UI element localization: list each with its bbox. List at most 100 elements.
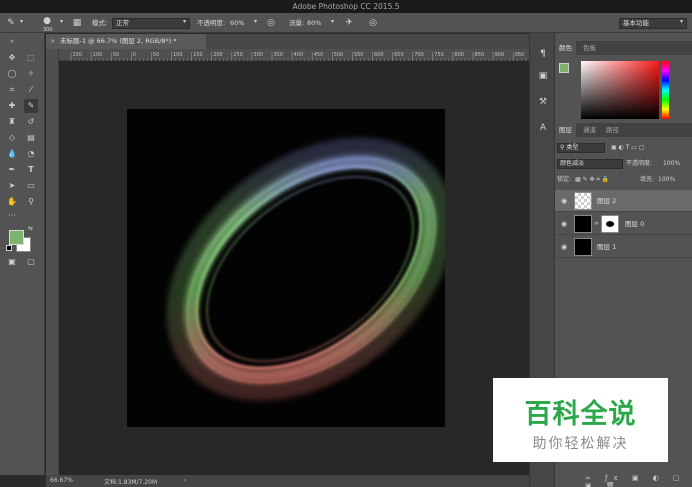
opacity-input[interactable]: 60% bbox=[230, 17, 244, 29]
workspace-caret-icon: ▾ bbox=[680, 18, 684, 25]
ruler-tick-label: 850 bbox=[475, 52, 485, 58]
status-menu-arrow-icon[interactable]: › bbox=[184, 477, 186, 484]
blend-mode-select[interactable]: 颜色减淡 bbox=[557, 159, 623, 169]
tab-paths[interactable]: 路径 bbox=[602, 123, 623, 137]
visibility-eye-icon[interactable]: ◉ bbox=[559, 196, 569, 206]
layer-filter-select[interactable]: ⚲ 类型 bbox=[557, 143, 605, 153]
panel-foreground-swatch[interactable] bbox=[559, 63, 569, 73]
layer-name[interactable]: 图层 2 bbox=[597, 196, 616, 206]
fill-input[interactable]: 100% bbox=[658, 175, 675, 185]
character-panel-icon[interactable]: A bbox=[536, 121, 550, 135]
layers-panel-tabs: 图层 通道 路径 bbox=[555, 123, 692, 137]
toolbar-collapse-icon[interactable]: » bbox=[5, 35, 19, 49]
tab-color[interactable]: 颜色 bbox=[555, 41, 576, 55]
flow-caret-icon[interactable]: ▾ bbox=[331, 18, 334, 25]
visibility-eye-icon[interactable]: ◉ bbox=[559, 219, 569, 229]
move-tool-icon[interactable]: ✥ bbox=[5, 51, 19, 65]
layer-row[interactable]: ◉ 图层 1 bbox=[555, 236, 692, 258]
color-spectrum-field[interactable] bbox=[581, 61, 659, 119]
ruler-tick-label: 50 bbox=[113, 52, 119, 58]
libraries-panel-icon[interactable]: ▣ bbox=[536, 69, 550, 83]
lasso-tool-icon[interactable]: ◯ bbox=[5, 67, 19, 81]
layer-mask-thumbnail[interactable] bbox=[601, 215, 619, 233]
zoom-level[interactable]: 66.67% bbox=[50, 477, 73, 484]
tab-channels[interactable]: 通道 bbox=[579, 123, 600, 137]
vertical-ruler[interactable] bbox=[46, 49, 59, 475]
ruler-tick-label: 0 bbox=[133, 52, 136, 58]
app-title: Adobe Photoshop CC 2015.5 bbox=[292, 2, 400, 11]
hand-tool-icon[interactable]: ✋ bbox=[5, 195, 19, 209]
lock-label: 锁定: bbox=[557, 176, 572, 183]
paragraph-panel-icon[interactable]: ¶ bbox=[536, 47, 550, 61]
crop-tool-icon[interactable]: ⌗ bbox=[5, 83, 19, 97]
tool-preset-caret-icon[interactable]: ▾ bbox=[20, 18, 23, 25]
pen-tool-icon[interactable]: ✒ bbox=[5, 163, 19, 177]
edit-toolbar-icon[interactable]: ··· bbox=[5, 209, 19, 223]
foreground-color-swatch[interactable] bbox=[9, 230, 24, 245]
canvas-workspace[interactable] bbox=[59, 61, 529, 475]
hue-slider[interactable] bbox=[662, 61, 669, 119]
eyedropper-tool-icon[interactable]: ⁄ bbox=[24, 83, 38, 97]
quick-select-tool-icon[interactable]: ✧ bbox=[24, 67, 38, 81]
ruler-tick-label: 250 bbox=[233, 52, 243, 58]
gradient-tool-icon[interactable]: ▤ bbox=[24, 131, 38, 145]
ruler-tick-label: 900 bbox=[495, 52, 505, 58]
layer-opacity-label: 不透明度: bbox=[626, 160, 653, 167]
layer-filter-icons[interactable]: ▣ ◐ T ▭ ▢ bbox=[611, 143, 645, 153]
layer-row[interactable]: ◉ ∞ 图层 0 bbox=[555, 213, 692, 235]
ruler-tick-label: 750 bbox=[434, 52, 444, 58]
ring-artwork bbox=[166, 137, 445, 401]
ruler-tick-label: 150 bbox=[73, 52, 83, 58]
flow-label: 流量: bbox=[289, 19, 305, 27]
zoom-tool-icon[interactable]: ⚲ bbox=[24, 195, 38, 209]
mask-link-icon[interactable]: ∞ bbox=[594, 220, 599, 227]
color-panel-tabs: 颜色 色板 bbox=[555, 41, 692, 55]
brush-tool-icon[interactable]: ✎ bbox=[24, 99, 38, 113]
brush-preset-caret-icon[interactable]: ▾ bbox=[60, 18, 63, 25]
layer-opacity-input[interactable]: 100% bbox=[663, 159, 680, 169]
lock-icons[interactable]: ▦ ✎ ✥ ⌗ 🔒 bbox=[575, 175, 609, 185]
history-brush-tool-icon[interactable]: ↺ bbox=[24, 115, 38, 129]
swap-colors-icon[interactable]: ⇆ bbox=[28, 225, 33, 232]
dodge-tool-icon[interactable]: ◔ bbox=[24, 147, 38, 161]
default-colors-icon[interactable] bbox=[6, 245, 12, 251]
visibility-eye-icon[interactable]: ◉ bbox=[559, 242, 569, 252]
document-canvas[interactable] bbox=[127, 109, 445, 427]
flow-input[interactable]: 80% bbox=[307, 17, 321, 29]
document-tab[interactable]: × 未标题-1 @ 66.7% (图层 2, RGB/8*) * bbox=[46, 34, 206, 49]
layer-thumbnail bbox=[574, 192, 592, 210]
layer-name[interactable]: 图层 0 bbox=[625, 219, 644, 229]
watermark-subtitle: 助你轻松解决 bbox=[532, 436, 629, 452]
workspace-select[interactable]: 基本功能 bbox=[619, 18, 687, 29]
path-select-tool-icon[interactable]: ➤ bbox=[5, 179, 19, 193]
quick-mask-icon[interactable]: ▣ bbox=[5, 255, 19, 269]
close-tab-icon[interactable]: × bbox=[50, 34, 55, 49]
fill-label: 填充: bbox=[640, 176, 655, 183]
pressure-opacity-icon[interactable]: ◎ bbox=[264, 16, 278, 30]
ruler-tick-label: 550 bbox=[354, 52, 364, 58]
pressure-size-icon[interactable]: ◎ bbox=[366, 16, 380, 30]
horizontal-ruler[interactable]: 150 100 50 0 50 100 150 200 250 300 350 400 450 500 55… bbox=[59, 49, 529, 61]
rectangle-tool-icon[interactable]: ▭ bbox=[24, 179, 38, 193]
airbrush-icon[interactable]: ✈ bbox=[342, 16, 356, 30]
layer-name[interactable]: 图层 1 bbox=[597, 242, 616, 252]
brush-panel-icon[interactable]: ▦ bbox=[70, 16, 84, 30]
tab-layers[interactable]: 图层 bbox=[555, 123, 576, 137]
type-tool-icon[interactable]: T bbox=[24, 163, 38, 177]
opacity-caret-icon[interactable]: ▾ bbox=[254, 18, 257, 25]
title-bar: Adobe Photoshop CC 2015.5 bbox=[0, 0, 692, 13]
layer-row[interactable]: ◉ 图层 2 bbox=[555, 190, 692, 212]
tool-presets-icon[interactable]: ⚒ bbox=[536, 95, 550, 109]
eraser-tool-icon[interactable]: ◇ bbox=[5, 131, 19, 145]
layer-thumbnail bbox=[574, 215, 592, 233]
layer-filter-kind: 类型 bbox=[566, 144, 579, 151]
screen-mode-icon[interactable]: ▢ bbox=[24, 255, 38, 269]
mode-select[interactable]: 正常 bbox=[112, 18, 190, 29]
blur-tool-icon[interactable]: 💧 bbox=[5, 147, 19, 161]
tab-swatches[interactable]: 色板 bbox=[579, 41, 600, 55]
layers-footer-buttons[interactable]: ∞ ƒx ▣ ◐ ▢ ▣ 🗑 bbox=[585, 474, 692, 487]
brush-tool-icon[interactable]: ✎ bbox=[4, 16, 18, 30]
healing-brush-tool-icon[interactable]: ✚ bbox=[5, 99, 19, 113]
marquee-tool-icon[interactable]: ⬚ bbox=[24, 51, 38, 65]
clone-stamp-tool-icon[interactable]: ♜ bbox=[5, 115, 19, 129]
